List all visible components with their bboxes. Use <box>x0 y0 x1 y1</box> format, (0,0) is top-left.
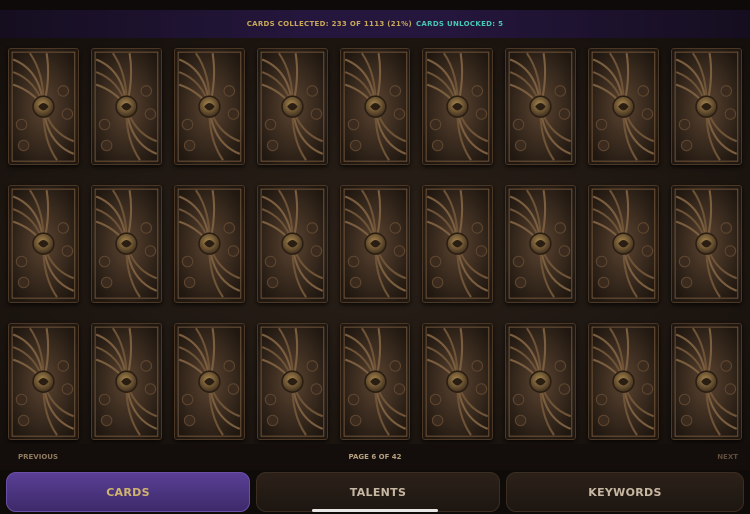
card-back-artwork <box>506 49 576 165</box>
card-back[interactable] <box>256 185 328 303</box>
card-back-artwork <box>340 49 410 165</box>
page-indicator: PAGE 6 OF 42 <box>348 453 402 461</box>
card-back-artwork <box>340 186 410 302</box>
cards-unlocked-text: CARDS UNLOCKED: 5 <box>415 20 504 28</box>
card-back[interactable] <box>8 185 79 303</box>
card-back-artwork <box>423 323 493 439</box>
card-back[interactable] <box>505 322 577 440</box>
card-back-artwork <box>91 323 161 439</box>
card-back-artwork <box>506 186 576 302</box>
cards-collected-text: CARDS COLLECTED: 233 OF 1113 (21%) <box>246 20 412 28</box>
card-back-artwork <box>589 186 659 302</box>
card-back-artwork <box>9 323 78 439</box>
card-back[interactable] <box>422 48 494 166</box>
card-back-artwork <box>340 323 410 439</box>
card-back-artwork <box>672 186 741 302</box>
tab-talents-label: TALENTS <box>349 485 407 499</box>
card-back-artwork <box>9 186 78 302</box>
tab-cards[interactable]: CARDS <box>6 472 250 512</box>
card-back-artwork <box>589 49 659 165</box>
card-back-artwork <box>174 49 244 165</box>
card-back[interactable] <box>505 185 577 303</box>
card-back-artwork <box>423 49 493 165</box>
card-back[interactable] <box>173 322 245 440</box>
card-back-artwork <box>9 49 78 165</box>
card-back[interactable] <box>90 322 162 440</box>
card-back[interactable] <box>90 48 162 166</box>
collection-status-bar: CARDS COLLECTED: 233 OF 1113 (21%) CARDS… <box>0 10 750 39</box>
tab-keywords[interactable]: KEYWORDS <box>506 472 744 512</box>
card-back[interactable] <box>339 185 411 303</box>
card-back[interactable] <box>339 48 411 166</box>
card-back[interactable] <box>505 48 577 166</box>
card-back[interactable] <box>671 48 742 166</box>
card-back[interactable] <box>588 322 660 440</box>
card-back[interactable] <box>422 185 494 303</box>
tab-keywords-label: KEYWORDS <box>588 485 662 499</box>
tab-talents[interactable]: TALENTS <box>256 472 500 512</box>
card-grid <box>8 48 742 440</box>
card-back-artwork <box>257 49 327 165</box>
card-back-artwork <box>589 323 659 439</box>
card-back-artwork <box>423 186 493 302</box>
card-back-artwork <box>174 323 244 439</box>
card-back-artwork <box>174 186 244 302</box>
card-back-artwork <box>257 186 327 302</box>
card-back-artwork <box>257 323 327 439</box>
pagination-bar: PREVIOUS PAGE 6 OF 42 NEXT <box>0 444 750 470</box>
card-back[interactable] <box>422 322 494 440</box>
card-back[interactable] <box>588 185 660 303</box>
card-back-artwork <box>91 49 161 165</box>
card-back[interactable] <box>256 322 328 440</box>
card-back[interactable] <box>339 322 411 440</box>
card-back-artwork <box>91 186 161 302</box>
card-back[interactable] <box>671 185 742 303</box>
card-back[interactable] <box>671 322 742 440</box>
card-back[interactable] <box>90 185 162 303</box>
tab-cards-label: CARDS <box>106 485 150 499</box>
home-indicator <box>312 509 438 512</box>
card-back[interactable] <box>173 48 245 166</box>
top-strip <box>0 0 750 10</box>
card-back-artwork <box>506 323 576 439</box>
card-back-artwork <box>672 49 741 165</box>
bottom-tab-bar: CARDS TALENTS KEYWORDS <box>0 470 750 514</box>
card-grid-area <box>0 38 750 444</box>
card-back[interactable] <box>256 48 328 166</box>
card-back[interactable] <box>8 48 79 166</box>
card-back-artwork <box>672 323 741 439</box>
card-back[interactable] <box>8 322 79 440</box>
card-back[interactable] <box>173 185 245 303</box>
next-page-button[interactable]: NEXT <box>717 453 738 461</box>
card-back[interactable] <box>588 48 660 166</box>
